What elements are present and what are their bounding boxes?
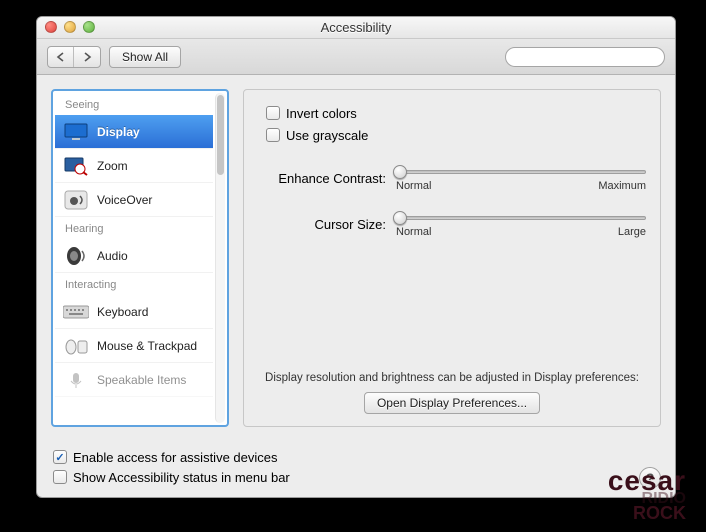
sidebar-item-label: Audio [97,249,128,263]
cursor-size-slider[interactable] [396,216,646,220]
back-button[interactable] [48,47,74,67]
sidebar-item-label: Display [97,125,140,139]
slider-knob[interactable] [393,165,407,179]
contrast-min-label: Normal [396,180,431,192]
search-input[interactable] [505,47,665,67]
search-wrap [505,47,665,67]
forward-button[interactable] [74,47,100,67]
sidebar-item-label: Zoom [97,159,128,173]
scrollbar[interactable] [215,93,225,423]
enhance-contrast-row: Enhance Contrast: Normal Maximum [258,164,646,192]
nav-segment [47,46,101,68]
sidebar-item-label: Speakable Items [97,373,186,387]
show-status-menubar-label: Show Accessibility status in menu bar [73,470,290,485]
group-interacting: Interacting [55,273,225,295]
sidebar-item-voiceover[interactable]: VoiceOver [55,183,213,217]
sidebar-item-zoom[interactable]: Zoom [55,149,213,183]
titlebar: Accessibility [37,17,675,39]
close-icon[interactable] [45,21,57,33]
use-grayscale-label: Use grayscale [286,128,368,143]
checkbox-unchecked-icon[interactable] [266,106,280,120]
slider-knob[interactable] [393,211,407,225]
checkbox-unchecked-icon[interactable] [53,470,67,484]
traffic-lights [45,21,95,33]
chevron-left-icon [56,52,65,62]
use-grayscale-row[interactable]: Use grayscale [266,124,646,146]
mouse-icon [63,335,89,357]
sidebar-item-label: Keyboard [97,305,148,319]
mic-icon [63,369,89,391]
checkbox-unchecked-icon[interactable] [266,128,280,142]
enhance-contrast-label: Enhance Contrast: [258,171,386,186]
open-display-prefs-button[interactable]: Open Display Preferences... [364,392,540,414]
enhance-contrast-slider[interactable] [396,170,646,174]
display-icon [63,121,89,143]
keyboard-icon [63,301,89,323]
toolbar: Show All [37,39,675,75]
sidebar-item-speakable[interactable]: Speakable Items [55,363,213,397]
sidebar-item-keyboard[interactable]: Keyboard [55,295,213,329]
sidebar-item-audio[interactable]: Audio [55,239,213,273]
window-title: Accessibility [321,20,392,35]
cursor-size-label: Cursor Size: [258,217,386,232]
cursor-max-label: Large [618,226,646,238]
checkbox-checked-icon[interactable] [53,450,67,464]
display-panel: Invert colors Use grayscale Enhance Cont… [243,89,661,427]
sidebar: Seeing Display Zoom [51,89,229,427]
enable-assistive-row[interactable]: Enable access for assistive devices [53,447,659,467]
chevron-right-icon [83,52,92,62]
display-hint: Display resolution and brightness can be… [258,372,646,384]
scrollbar-thumb[interactable] [217,95,224,175]
sidebar-item-label: Mouse & Trackpad [97,339,197,353]
show-status-menubar-row[interactable]: Show Accessibility status in menu bar [53,467,659,487]
cursor-size-row: Cursor Size: Normal Large [258,210,646,238]
sidebar-item-mouse-trackpad[interactable]: Mouse & Trackpad [55,329,213,363]
contrast-max-label: Maximum [598,180,646,192]
audio-icon [63,245,89,267]
sidebar-item-display[interactable]: Display [55,115,213,149]
watermark: cesar RIDIO ROCK [608,470,686,520]
invert-colors-label: Invert colors [286,106,357,121]
watermark-line3: ROCK [608,506,686,520]
invert-colors-row[interactable]: Invert colors [266,102,646,124]
group-hearing: Hearing [55,217,225,239]
preferences-window: Accessibility Show All Seeing [36,16,676,498]
show-all-button[interactable]: Show All [109,46,181,68]
content: Seeing Display Zoom [37,75,675,441]
minimize-icon[interactable] [64,21,76,33]
zoom-icon [63,155,89,177]
sidebar-item-label: VoiceOver [97,193,152,207]
group-seeing: Seeing [55,93,225,115]
cursor-min-label: Normal [396,226,431,238]
bottom-bar: Enable access for assistive devices Show… [37,441,675,487]
enable-assistive-label: Enable access for assistive devices [73,450,277,465]
voiceover-icon [63,189,89,211]
zoom-window-icon[interactable] [83,21,95,33]
